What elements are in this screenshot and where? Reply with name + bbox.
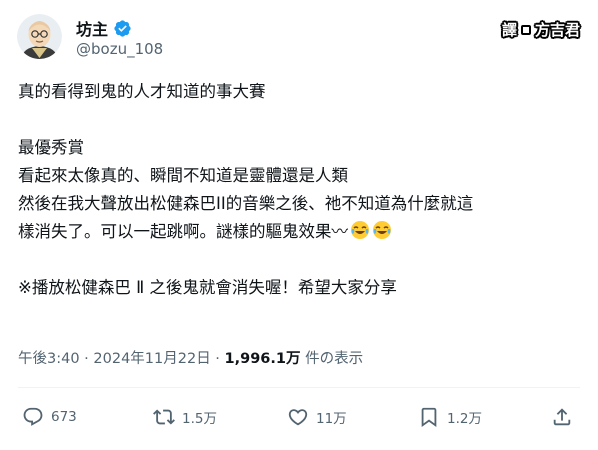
repost-count: 1.5万 [182,411,217,427]
face-with-tears-of-joy-icon [351,221,369,239]
share-icon [553,408,571,426]
author-name-row[interactable]: 坊主 [76,16,132,40]
post-text: 真的看得到鬼的人才知道的事大賽 最優秀賞 看起來太像真的、瞬間不知道是靈體還是人… [18,78,588,302]
face-with-tears-of-joy-icon [373,221,391,239]
post-timestamp[interactable]: 午後3:40 · 2024年11月22日 · [18,351,225,367]
reply-button[interactable]: 673 [22,406,77,428]
author-display-name[interactable]: 坊主 [76,16,108,40]
like-count: 11万 [316,411,347,427]
bookmark-icon [421,407,437,428]
reply-count: 673 [51,409,77,425]
like-button[interactable]: 11万 [287,406,347,428]
post-line: ※播放松健森巴 Ⅱ 之後鬼就會消失喔！希望大家分享 [18,278,397,297]
post-line: 最優秀賞 [18,138,84,157]
views-count: 1,996.1万 [224,351,301,367]
views-label: 件の表示 [300,351,364,367]
repost-button[interactable]: 1.5万 [153,406,217,428]
post-line-with-emoji: 樣消失了。可以一起跳啊。謎樣的驅鬼效果〰 [18,218,588,246]
watermark-right-text: 方吉君 [534,21,580,39]
watermark-left-text: 譯 [501,21,517,39]
post-line [18,106,588,134]
reply-icon [23,407,43,426]
post-line: 真的看得到鬼的人才知道的事大賽 [18,82,266,101]
divider [18,387,580,388]
translator-watermark: 譯 方吉君 [502,19,580,40]
watermark-separator [520,24,531,35]
bookmark-button[interactable]: 1.2万 [418,406,482,428]
post-line-text: 樣消失了。可以一起跳啊。謎樣的驅鬼效果〰 [18,222,348,241]
post-line [18,246,588,274]
post-line: 看起來太像真的、瞬間不知道是靈體還是人類 [18,166,348,185]
author-handle[interactable]: @bozu_108 [76,40,163,58]
bookmark-count: 1.2万 [447,411,482,427]
action-bar: 673 1.5万 11万 1.2万 [0,406,598,436]
avatar[interactable] [17,14,62,59]
repost-icon [153,409,175,425]
monk-avatar-icon [17,14,62,59]
post-meta: 午後3:40 · 2024年11月22日 · 1,996.1万 件の表示 [18,347,363,368]
share-button[interactable] [551,406,573,428]
heart-icon [288,409,308,426]
verified-badge-icon [114,19,131,37]
post-line: 然後在我大聲放出松健森巴II的音樂之後、祂不知道為什麼就這 [18,194,474,213]
